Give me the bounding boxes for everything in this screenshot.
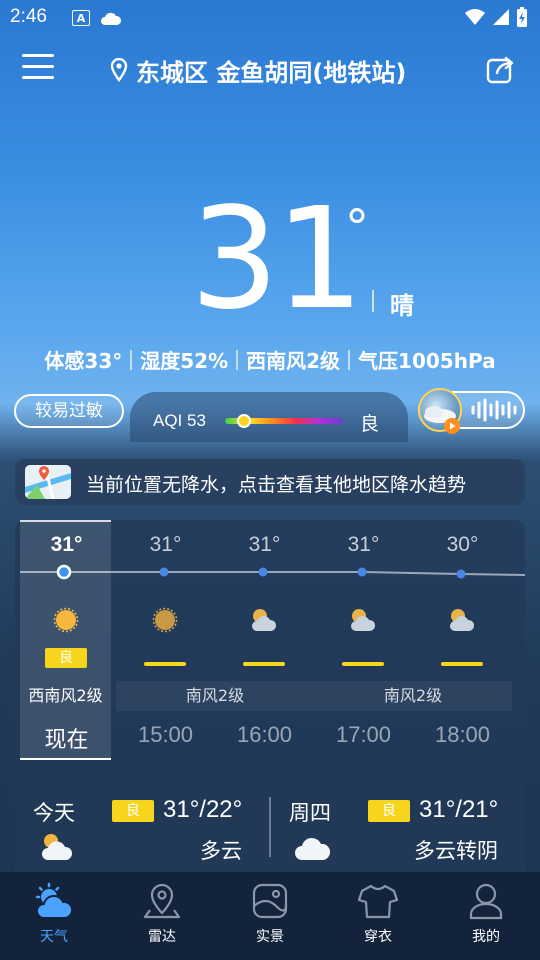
- nav-weather[interactable]: 天气: [0, 880, 108, 950]
- menu-icon-line: [22, 54, 54, 57]
- day-temp-range: 31°/21°: [419, 796, 499, 823]
- map-icon: [25, 465, 71, 499]
- day-aqi-badge: 良: [112, 800, 154, 822]
- profile-icon: [469, 883, 503, 920]
- hourly-temp: 31°: [50, 533, 83, 556]
- wind: 西南风2级: [246, 349, 341, 373]
- day-condition: 多云转阴: [414, 839, 498, 863]
- hourly-aqi-bar: [342, 662, 384, 666]
- selected-underline: [20, 758, 111, 760]
- nav-profile[interactable]: 我的: [432, 880, 540, 950]
- hourly-time: 17:00: [335, 722, 392, 747]
- weather-icon: [35, 882, 74, 919]
- day-aqi-badge: 良: [368, 800, 410, 822]
- hourly-aqi-bar: [243, 662, 285, 666]
- hourly-temperature-line: [20, 564, 525, 580]
- nav-label: 天气: [40, 929, 68, 945]
- cloud-notification-icon: [101, 12, 122, 25]
- degree-symbol: °: [345, 200, 369, 256]
- translate-notification-icon: A: [72, 10, 90, 26]
- audio-wave-icon: [471, 398, 517, 422]
- nav-label: 雷达: [148, 929, 176, 945]
- day-name: 周四: [289, 801, 331, 825]
- precipitation-message: 当前位置无降水，点击查看其他地区降水趋势: [86, 474, 467, 496]
- hourly-aqi-bar: [441, 662, 483, 666]
- hourly-temp: 31°: [347, 533, 380, 556]
- day-temp-range: 31°/22°: [163, 796, 243, 823]
- location-pin-icon: [110, 58, 128, 82]
- hourly-aqi-badge: 良: [45, 648, 87, 668]
- hourly-temp: 30°: [446, 533, 479, 556]
- cloudy-icon: [42, 834, 73, 860]
- hourly-aqi-bar: [144, 662, 186, 666]
- sunny-icon: [152, 607, 178, 633]
- nav-clothing[interactable]: 穿衣: [324, 880, 432, 950]
- shirt-icon: [357, 884, 399, 919]
- menu-button[interactable]: [22, 54, 54, 82]
- hourly-wind: 西南风2级: [28, 686, 103, 705]
- wifi-icon: [465, 9, 485, 25]
- current-temperature: 31: [190, 178, 364, 341]
- nav-label: 实景: [256, 929, 284, 945]
- play-icon[interactable]: [444, 418, 460, 434]
- hourly-time: 15:00: [137, 722, 194, 747]
- partly-cloudy-icon: [351, 609, 376, 631]
- hourly-temp: 31°: [248, 533, 281, 556]
- status-bar: 2:46 A: [0, 0, 540, 38]
- day-condition: 多云: [200, 839, 242, 863]
- photo-icon: [252, 883, 288, 919]
- pressure: 气压1005hPa: [358, 349, 496, 373]
- location-name: 东城区 金鱼胡同(地铁站): [136, 58, 407, 87]
- aqi-level: 良: [360, 413, 380, 435]
- location-selector[interactable]: 东城区 金鱼胡同(地铁站): [110, 50, 406, 90]
- current-condition: 晴: [390, 292, 414, 320]
- share-icon[interactable]: [486, 54, 516, 84]
- hourly-wind: 南风2级: [116, 681, 314, 711]
- day-name: 今天: [33, 801, 75, 825]
- battery-charging-icon: [517, 7, 527, 27]
- humidity: 湿度52%: [140, 349, 229, 373]
- overcast-icon: [295, 837, 331, 860]
- sunny-icon: [53, 607, 79, 633]
- cellular-signal-icon: [493, 9, 509, 25]
- aqi-label: AQI 53: [153, 411, 206, 430]
- daily-divider: [269, 797, 271, 857]
- nav-label: 穿衣: [364, 929, 392, 945]
- status-time: 2:46: [10, 6, 47, 27]
- feels-like: 体感33°: [44, 349, 123, 373]
- current-details: 体感33° 湿度52% 西南风2级 气压1005hPa: [0, 345, 540, 374]
- nav-radar[interactable]: 雷达: [108, 880, 216, 950]
- hourly-temp: 31°: [149, 533, 182, 556]
- divider: [372, 290, 374, 312]
- radar-pin-icon: [143, 883, 181, 919]
- partly-cloudy-icon: [252, 609, 277, 631]
- hourly-time: 18:00: [434, 722, 491, 747]
- hourly-wind: 南风2级: [314, 681, 512, 711]
- nav-live-scene[interactable]: 实景: [216, 880, 324, 950]
- hourly-time: 现在: [44, 727, 89, 752]
- aqi-indicator: [237, 414, 251, 428]
- nav-label: 我的: [472, 929, 500, 945]
- hourly-time: 16:00: [236, 722, 293, 747]
- partly-cloudy-icon: [450, 609, 475, 631]
- allergy-index-button[interactable]: 较易过敏: [14, 394, 124, 428]
